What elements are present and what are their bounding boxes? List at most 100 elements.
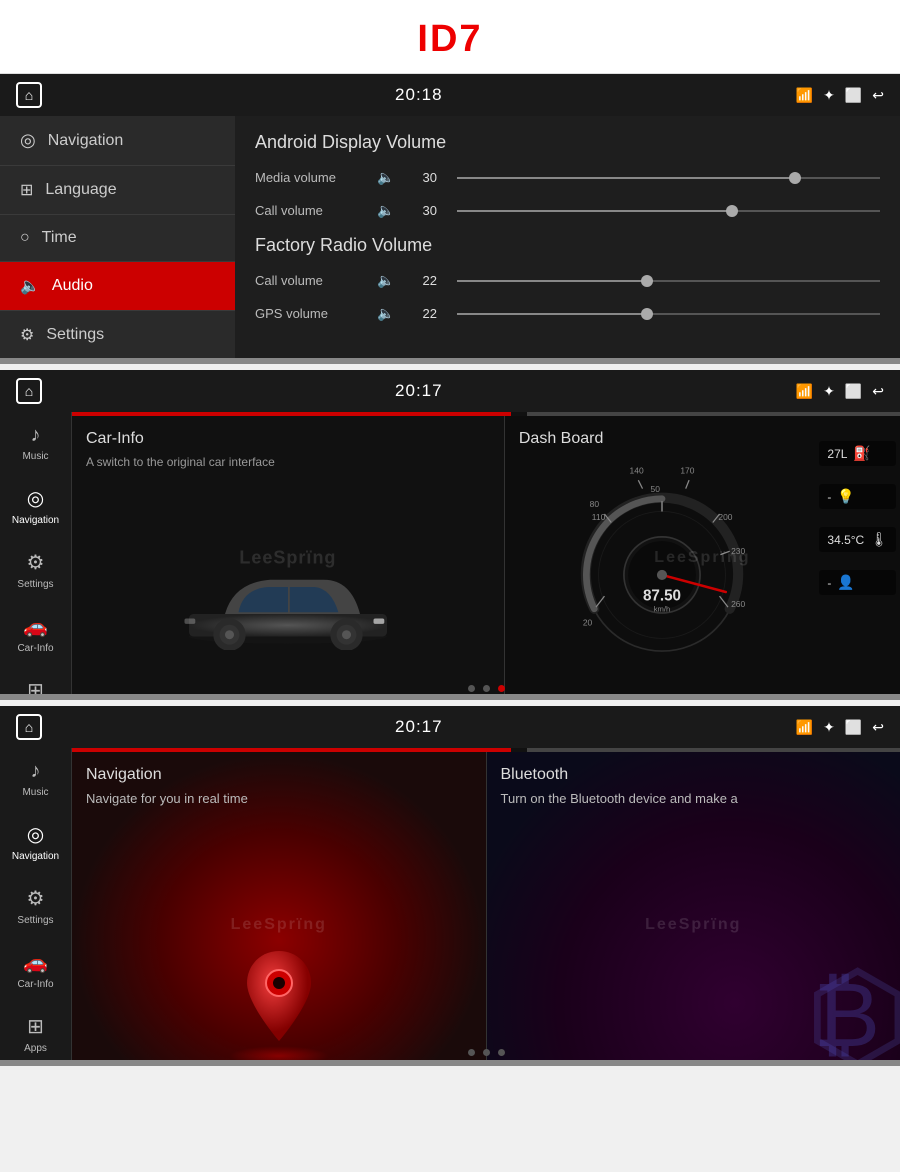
- sidebar-item-settings-3[interactable]: ⚙ Settings: [0, 874, 71, 938]
- svg-text:200: 200: [719, 512, 733, 522]
- call-volume-icon-b: 🔈: [377, 272, 397, 289]
- back-icon[interactable]: ↩: [872, 87, 884, 104]
- apps-icon-3: ⊞: [27, 1014, 44, 1039]
- settings-label-2: Settings: [17, 579, 53, 590]
- call-volume-slider-b[interactable]: [457, 280, 880, 282]
- bottom-red-bar: [72, 1062, 362, 1066]
- sidebar-item-carinfo-2[interactable]: 🚗 Car-Info: [0, 602, 71, 666]
- call-volume-value-b: 22: [409, 273, 437, 288]
- back-icon-2[interactable]: ↩: [872, 383, 884, 400]
- status-bar-3: ⌂ 20:17 📶 ✦ ⬜ ↩: [0, 706, 900, 748]
- svg-text:170: 170: [681, 465, 695, 475]
- temp-value: 34.5°C: [827, 533, 864, 547]
- music-label: Music: [22, 451, 48, 462]
- window-icon-2: ⬜: [845, 383, 862, 400]
- fuel-icon: ⛽: [853, 445, 870, 462]
- home-icon-3[interactable]: ⌂: [16, 714, 42, 740]
- status-icons-3: 📶 ✦ ⬜ ↩: [796, 719, 884, 736]
- media-volume-label: Media volume: [255, 170, 365, 185]
- window-icon-3: ⬜: [845, 719, 862, 736]
- person-indicator: - 👤: [819, 570, 896, 595]
- music-label-3: Music: [22, 787, 48, 798]
- carinfo-card-subtitle: A switch to the original car interface: [86, 454, 490, 471]
- bluetooth-card[interactable]: Bluetooth Turn on the Bluetooth device a…: [487, 752, 900, 1066]
- speedometer-container: 20 50 80 110 140 170 200 230 260: [515, 436, 810, 680]
- location-icon: ◎: [20, 130, 36, 151]
- sidebar-item-navigation-2[interactable]: ◎ Navigation: [0, 474, 71, 538]
- media-volume-value: 30: [409, 170, 437, 185]
- dot-3-1: [468, 1049, 475, 1056]
- sidebar-item-settings[interactable]: ⚙ Settings: [0, 311, 235, 360]
- main-area-2: Car-Info A switch to the original car in…: [72, 412, 900, 700]
- settings-label: Settings: [46, 326, 104, 344]
- nav-label-2: Navigation: [12, 515, 59, 526]
- sidebar-item-navigation-3[interactable]: ◎ Navigation: [0, 810, 71, 874]
- main-content-1: Android Display Volume Media volume 🔈 30…: [235, 116, 900, 364]
- map-pin-container: [239, 946, 319, 1051]
- home-icon[interactable]: ⌂: [16, 82, 42, 108]
- screen-2: ⌂ 20:17 📶 ✦ ⬜ ↩ ♪ Music ◎ Navigation ⚙ S…: [0, 370, 900, 700]
- gps-volume-slider[interactable]: [457, 313, 880, 315]
- call-volume-label-b: Call volume: [255, 273, 365, 288]
- settings-label-3: Settings: [17, 915, 53, 926]
- home-icon-2[interactable]: ⌂: [16, 378, 42, 404]
- dots-row-3: [72, 1049, 900, 1056]
- sidebar-item-audio[interactable]: 🔈 Audio: [0, 262, 235, 311]
- bluetooth-card-subtitle: Turn on the Bluetooth device and make a: [501, 790, 887, 808]
- sidebar-item-settings-2[interactable]: ⚙ Settings: [0, 538, 71, 602]
- sidebar-item-music-3[interactable]: ♪ Music: [0, 748, 71, 810]
- dot-1: [468, 685, 475, 692]
- media-volume-slider[interactable]: [457, 177, 880, 179]
- audio-label: Audio: [52, 277, 93, 295]
- svg-text:140: 140: [630, 465, 644, 475]
- back-icon-3[interactable]: ↩: [872, 719, 884, 736]
- wifi-icon-3: 📶: [796, 719, 813, 736]
- bluetooth-icon-2: ✦: [823, 383, 835, 400]
- sidebar-item-apps-3[interactable]: ⊞ Apps: [0, 1002, 71, 1066]
- android-display-volume-title: Android Display Volume: [255, 132, 880, 153]
- car-icon-2: 🚗: [23, 614, 48, 639]
- light-icon: 💡: [837, 488, 854, 505]
- media-volume-row: Media volume 🔈 30: [255, 169, 880, 186]
- sidebar-item-language[interactable]: ⊞ Language: [0, 166, 235, 215]
- status-icons-2: 📶 ✦ ⬜ ↩: [796, 383, 884, 400]
- dots-row-2: [72, 685, 900, 692]
- sidebar-item-time[interactable]: ○ Time: [0, 215, 235, 262]
- screen-1-body: ‹ ◎ Navigation ⊞ Language ○ Time 🔈 Audio…: [0, 116, 900, 364]
- sidebar-item-music[interactable]: ♪ Music: [0, 412, 71, 474]
- dot-3-3: [498, 1049, 505, 1056]
- factory-radio-title: Factory Radio Volume: [255, 235, 880, 256]
- apps-label-3: Apps: [24, 1043, 47, 1054]
- nav-label: Navigation: [48, 132, 124, 150]
- clock-2: 20:17: [395, 381, 443, 401]
- sidebar-item-navigation[interactable]: ◎ Navigation: [0, 116, 235, 166]
- person-value: -: [827, 576, 831, 590]
- carinfo-card-title: Car-Info: [86, 430, 490, 448]
- navigation-card[interactable]: Navigation Navigate for you in real time: [72, 752, 487, 1066]
- carinfo-label-2: Car-Info: [17, 643, 53, 654]
- bmw-car-image: [82, 540, 494, 670]
- light-value: -: [827, 490, 831, 504]
- gps-volume-icon: 🔈: [377, 305, 397, 322]
- sidebar-item-apps-2[interactable]: ⊞ Apps: [0, 666, 71, 700]
- call-volume-slider-a[interactable]: [457, 210, 880, 212]
- window-icon: ⬜: [845, 87, 862, 104]
- lang-label: Language: [45, 181, 116, 199]
- bluetooth-glyph: ₿: [813, 971, 880, 1061]
- dot-3-2: [483, 1049, 490, 1056]
- svg-text:87.50: 87.50: [643, 587, 681, 604]
- fuel-indicator: 27L ⛽: [819, 441, 896, 466]
- time-label: Time: [42, 229, 77, 247]
- wifi-icon: 📶: [796, 87, 813, 104]
- screen-2-body: ♪ Music ◎ Navigation ⚙ Settings 🚗 Car-In…: [0, 412, 900, 700]
- svg-text:km/h: km/h: [654, 604, 671, 613]
- sidebar-item-carinfo-3[interactable]: 🚗 Car-Info: [0, 938, 71, 1002]
- dot-3-active: [498, 685, 505, 692]
- sidebar-2: ♪ Music ◎ Navigation ⚙ Settings 🚗 Car-In…: [0, 412, 72, 700]
- sidebar-1: ‹ ◎ Navigation ⊞ Language ○ Time 🔈 Audio…: [0, 116, 235, 364]
- call-volume-icon-a: 🔈: [377, 202, 397, 219]
- settings-icon: ⚙: [20, 325, 34, 345]
- dashboard-card[interactable]: Dash Board: [505, 416, 900, 700]
- clock-1: 20:18: [395, 85, 443, 105]
- carinfo-card[interactable]: Car-Info A switch to the original car in…: [72, 416, 505, 700]
